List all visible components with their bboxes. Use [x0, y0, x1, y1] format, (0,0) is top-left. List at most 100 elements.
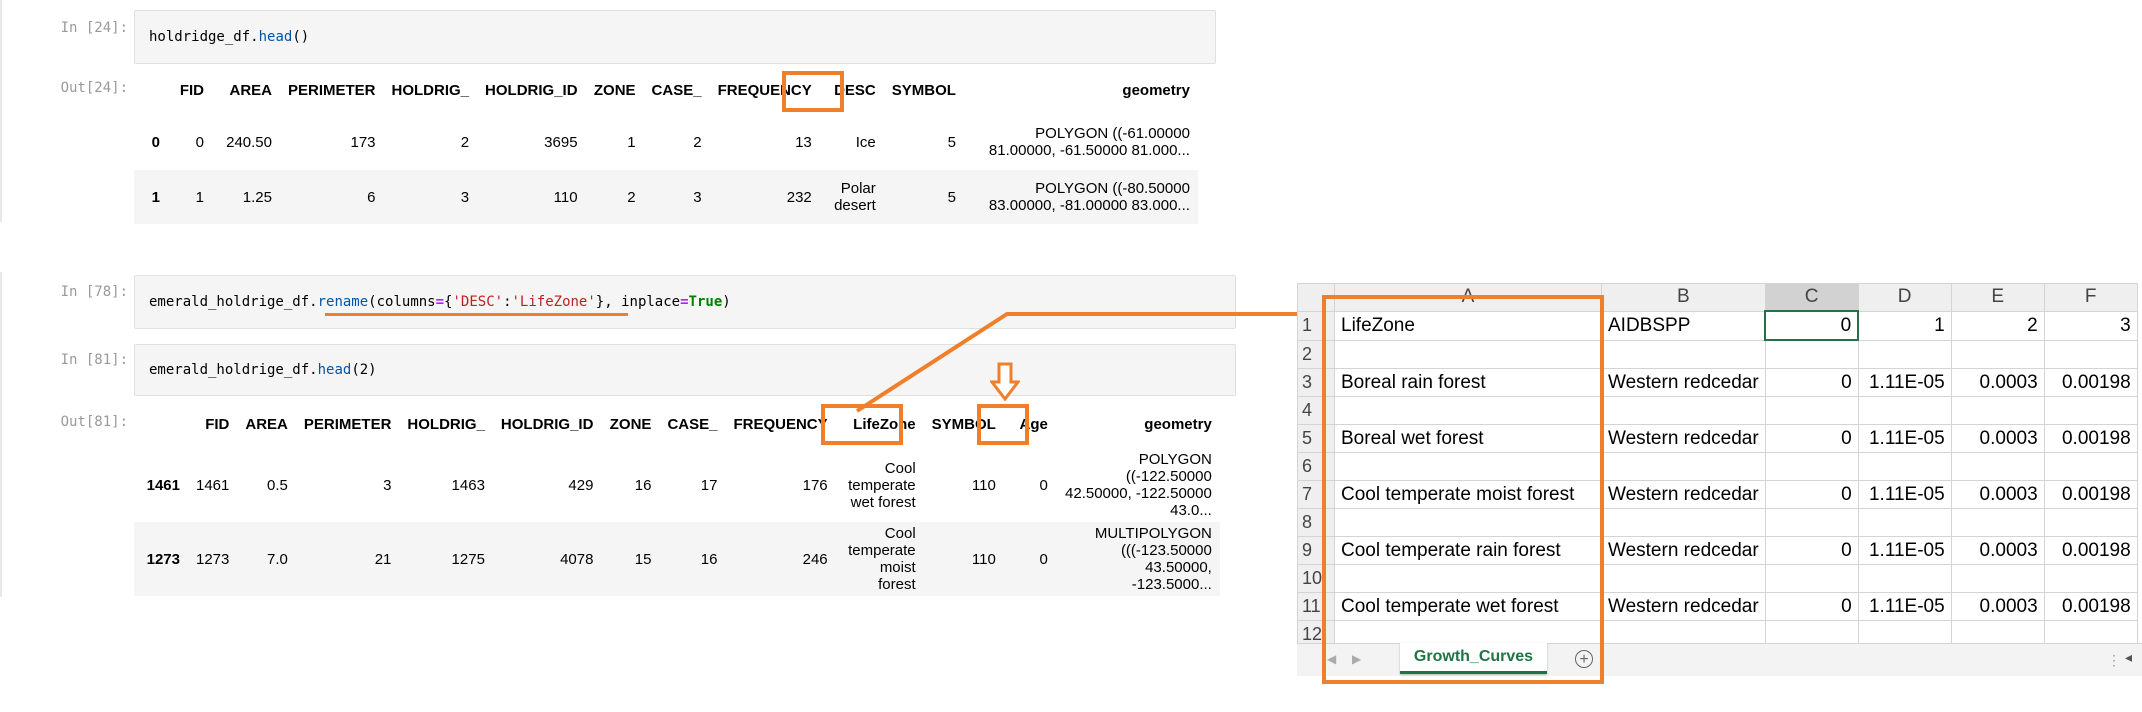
sheet-cell[interactable]: 0	[1764, 480, 1859, 509]
sheet-cell[interactable]: 0.0003	[1950, 368, 2045, 397]
sheet-cell[interactable]: 3	[2043, 310, 2138, 341]
code-text: , inplace	[604, 294, 681, 310]
sheet-cell[interactable]: 1.11E-05	[1857, 424, 1952, 453]
sheet-cell[interactable]: 0.00198	[2043, 368, 2138, 397]
sheet-cell[interactable]: 0	[1764, 592, 1859, 621]
active-cell[interactable]: 0	[1764, 310, 1860, 341]
table-cell: 110	[923, 522, 1004, 596]
column-header-c[interactable]: C	[1764, 283, 1859, 312]
sheet-cell[interactable]: Western redcedar	[1601, 592, 1766, 621]
sheet-cell[interactable]	[1601, 396, 1766, 425]
sheet-cell[interactable]: 0.0003	[1950, 424, 2045, 453]
sheet-cell[interactable]: 1.11E-05	[1857, 368, 1952, 397]
table-cell: POLYGON ((-122.50000 42.50000, -122.5000…	[1065, 451, 1212, 519]
sheet-cell[interactable]	[1601, 339, 1766, 369]
table-cell: 2	[693, 133, 702, 151]
index-header	[134, 66, 168, 114]
sheet-cell[interactable]: 0.00198	[2043, 424, 2138, 453]
sheet-cell[interactable]: Western redcedar	[1601, 480, 1766, 509]
table-cell: 21	[295, 522, 400, 596]
sheet-cell[interactable]	[1950, 396, 2045, 425]
sheet-cell[interactable]	[1857, 452, 1952, 481]
sheet-cell[interactable]: 0.00198	[2043, 536, 2138, 565]
sheet-cell[interactable]	[1857, 508, 1952, 537]
column-header-fid: FID	[179, 81, 204, 99]
table-cell: Cool temperate moist forest	[835, 522, 924, 596]
column-header-case: CASE_	[667, 415, 718, 433]
sheet-cell[interactable]: Western redcedar	[1601, 368, 1766, 397]
sheet-cell[interactable]	[2043, 564, 2138, 593]
cell-3-in-prompt: In [81]:	[60, 352, 128, 368]
cell-1-gutter	[0, 0, 2, 222]
sheet-cell[interactable]	[1764, 339, 1859, 369]
column-header-d[interactable]: D	[1857, 283, 1952, 312]
cell-3-out-prompt: Out[81]:	[60, 414, 128, 430]
sheet-cell[interactable]	[2043, 396, 2138, 425]
sheet-cell[interactable]	[1601, 452, 1766, 481]
table-cell: POLYGON ((-61.00000 81.00000, -61.50000 …	[988, 125, 1190, 159]
sheet-cell[interactable]	[2043, 508, 2138, 537]
code-method: rename	[317, 294, 369, 310]
code-args: (2)	[351, 362, 377, 378]
sheet-cell[interactable]: 1.11E-05	[1857, 536, 1952, 565]
column-header-area: AREA	[245, 415, 288, 433]
sheet-cell[interactable]: 1	[1857, 310, 1952, 341]
sheet-cell[interactable]: 0.00198	[2043, 592, 2138, 621]
sheet-cell[interactable]	[2043, 452, 2138, 481]
table-cell: 246	[725, 522, 836, 596]
sheet-cell[interactable]	[1950, 508, 2045, 537]
column-header-f[interactable]: F	[2043, 283, 2138, 312]
sheet-cell[interactable]	[1857, 339, 1952, 369]
table-cell: 7.0	[237, 522, 296, 596]
sheet-cell[interactable]	[1764, 508, 1859, 537]
table-cell: 13	[795, 133, 812, 151]
sheet-cell[interactable]: 0	[1764, 536, 1859, 565]
table-cell: 1.25	[212, 170, 280, 224]
sheet-cell[interactable]: 0.0003	[1950, 480, 2045, 509]
column-header-e[interactable]: E	[1950, 283, 2045, 312]
sheet-cell[interactable]: AIDBSPP	[1601, 310, 1766, 341]
table-cell: 2	[585, 170, 644, 224]
table-cell: 0	[195, 133, 204, 151]
sheet-cell[interactable]: 2	[1950, 310, 2045, 341]
code-method: head	[317, 362, 352, 378]
sheet-cell[interactable]: 0	[1764, 424, 1859, 453]
index-header	[134, 400, 188, 448]
sheet-cell[interactable]: 0.0003	[1950, 592, 2045, 621]
sheet-cell[interactable]	[1764, 396, 1859, 425]
sheet-cell[interactable]	[1857, 564, 1952, 593]
table-cell: 6	[280, 170, 384, 224]
table-cell: 16	[634, 476, 652, 494]
sheet-cell[interactable]: 1.11E-05	[1857, 592, 1952, 621]
sheet-cell[interactable]	[1857, 396, 1952, 425]
sheet-cell[interactable]: 0	[1764, 368, 1859, 397]
more-options-icon[interactable]: ⋮	[2107, 652, 2121, 669]
code-operator: =	[435, 294, 445, 310]
sheet-cell[interactable]	[1764, 452, 1859, 481]
table-cell: 0	[1039, 476, 1048, 494]
sheet-cell[interactable]: 1.11E-05	[1857, 480, 1952, 509]
sheet-cell[interactable]	[1950, 564, 2045, 593]
scroll-left-icon[interactable]: ◂	[2125, 649, 2132, 666]
sheet-cell[interactable]	[1950, 452, 2045, 481]
sheet-cell[interactable]	[1601, 564, 1766, 593]
lifezone-excel-column-highlight	[1322, 295, 1604, 684]
sheet-cell[interactable]	[1601, 508, 1766, 537]
sheet-cell[interactable]: Western redcedar	[1601, 536, 1766, 565]
code-keyword: True	[688, 294, 723, 310]
code-input-cell-1[interactable]: holdridge_df. head()	[134, 10, 1216, 64]
code-object: holdridge_df	[149, 29, 251, 45]
column-header-b[interactable]: B	[1601, 283, 1766, 312]
sheet-cell[interactable]	[2043, 339, 2138, 369]
table-cell: 176	[802, 476, 828, 494]
sheet-cell[interactable]: Western redcedar	[1601, 424, 1766, 453]
sheet-cell[interactable]	[1950, 339, 2045, 369]
code-dot: .	[250, 29, 259, 45]
sheet-cell[interactable]: 0.0003	[1950, 536, 2045, 565]
table-cell: Polar desert	[819, 170, 884, 224]
sheet-cell[interactable]: 0.00198	[2043, 480, 2138, 509]
table-cell: 1	[627, 133, 636, 151]
column-header-case: CASE_	[651, 81, 702, 99]
sheet-cell[interactable]	[1764, 564, 1859, 593]
row-index: 1461	[146, 476, 180, 494]
